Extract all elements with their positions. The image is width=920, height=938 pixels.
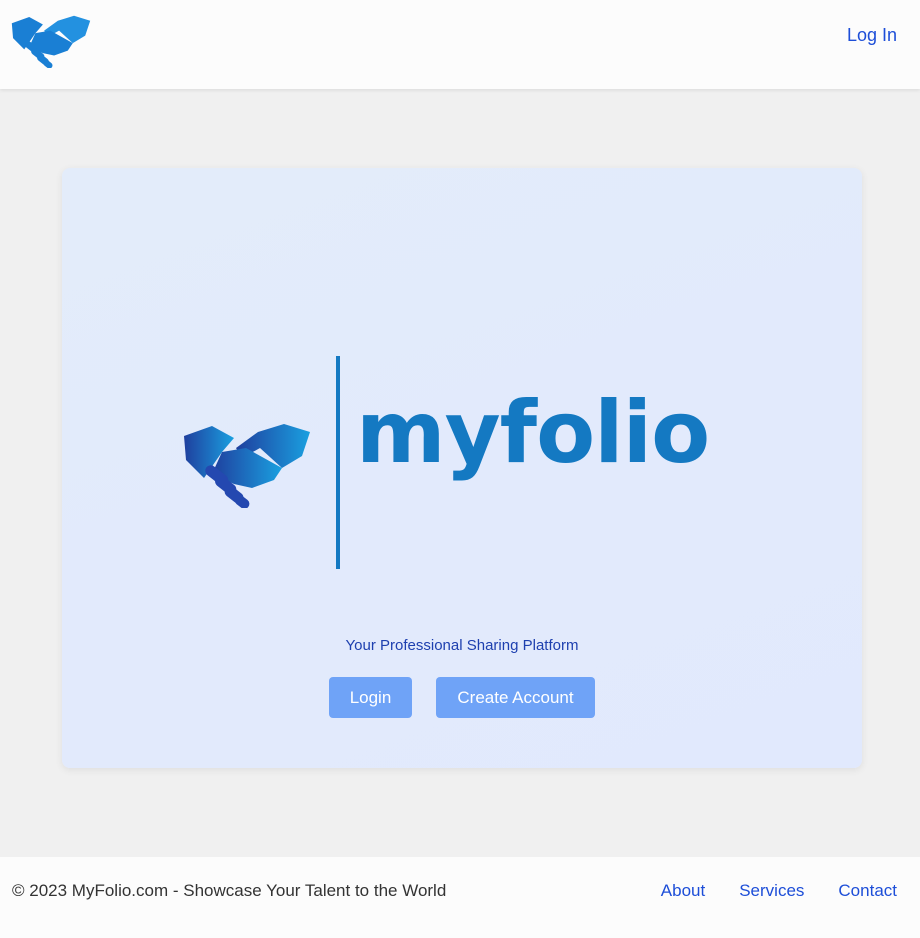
copyright-text: © 2023 MyFolio.com - Showcase Your Talen…	[12, 881, 447, 900]
handshake-icon	[184, 424, 310, 508]
login-button[interactable]: Login	[329, 677, 412, 718]
tagline: Your Professional Sharing Platform	[345, 637, 579, 654]
hero-card: myfolio Your Professional Sharing Platfo…	[62, 168, 862, 768]
brand-wordmark: myfolio	[356, 383, 710, 483]
brand-divider	[336, 356, 340, 569]
handshake-icon[interactable]	[10, 12, 92, 68]
site-header: Log In	[0, 0, 920, 89]
create-account-button[interactable]: Create Account	[436, 677, 595, 718]
footer-link-services[interactable]: Services	[739, 881, 804, 901]
header-login-link[interactable]: Log In	[847, 25, 897, 46]
footer-link-contact[interactable]: Contact	[838, 881, 897, 901]
footer-nav: About Services Contact	[661, 881, 897, 901]
footer-link-about[interactable]: About	[661, 881, 705, 901]
site-footer: © 2023 MyFolio.com - Showcase Your Talen…	[0, 857, 920, 938]
